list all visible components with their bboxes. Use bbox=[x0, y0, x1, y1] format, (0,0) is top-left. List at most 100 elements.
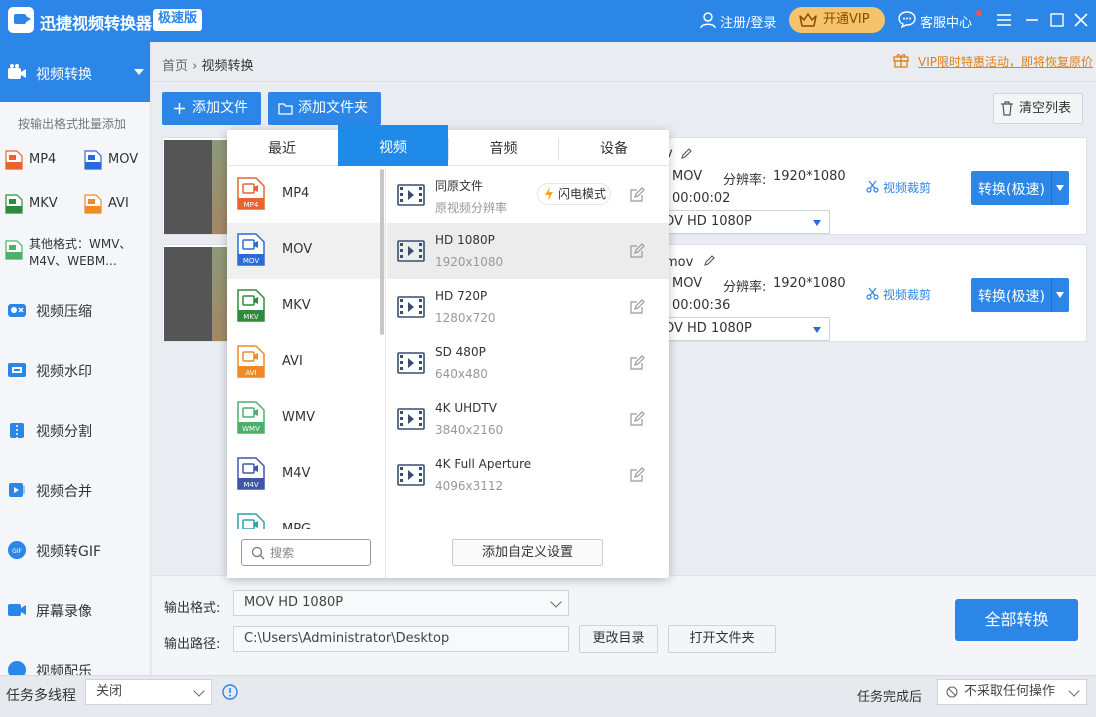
edit-icon[interactable] bbox=[629, 243, 645, 259]
format-item-label: AVI bbox=[282, 354, 303, 369]
add-custom-settings-button[interactable]: 添加自定义设置 bbox=[452, 539, 603, 566]
quick-format-mp4[interactable]: MP4 bbox=[5, 150, 75, 172]
folder-icon bbox=[278, 103, 293, 115]
caret-down-icon[interactable] bbox=[1056, 292, 1064, 298]
tab-device[interactable]: 设备 bbox=[559, 130, 669, 166]
batch-hint: 按输出格式批量添加 bbox=[18, 117, 127, 131]
breadcrumb-home[interactable]: 首页 bbox=[162, 59, 188, 74]
menu-icon[interactable] bbox=[993, 9, 1015, 31]
convert-fast-button[interactable]: 转换(极速) bbox=[971, 171, 1069, 205]
info-icon[interactable] bbox=[222, 684, 238, 700]
edit-icon[interactable] bbox=[629, 299, 645, 315]
open-folder-button[interactable]: 打开文件夹 bbox=[668, 625, 776, 653]
flash-mode-label: 闪电模式 bbox=[558, 187, 607, 201]
resolution-name: SD 480P bbox=[435, 345, 486, 359]
wmv-file-icon: WMV bbox=[237, 401, 265, 434]
after-task-select[interactable]: 不采取任何操作 bbox=[937, 679, 1087, 705]
format-item-mp4[interactable]: MP4 MP4 bbox=[227, 167, 385, 223]
quick-format-mkv[interactable]: MKV bbox=[5, 194, 75, 216]
edit-icon[interactable] bbox=[629, 411, 645, 427]
quick-format-label: AVI bbox=[108, 196, 129, 211]
rename-pencil-icon[interactable] bbox=[703, 255, 715, 267]
service-center-link[interactable]: 客服中心 bbox=[920, 12, 972, 31]
clear-list-button[interactable]: 清空列表 bbox=[993, 93, 1083, 124]
output-format-dropdown[interactable]: MOV HD 1080P bbox=[233, 590, 569, 616]
resolution-item-hd1080p[interactable]: HD 1080P 1920x1080 bbox=[387, 223, 669, 279]
format-list-scrollbar[interactable] bbox=[380, 169, 384, 335]
quick-format-label: MP4 bbox=[29, 152, 57, 167]
output-format-label: 输出格式: bbox=[164, 601, 221, 616]
output-format-select[interactable]: OV HD 1080P bbox=[661, 317, 830, 341]
other-formats-link[interactable]: 其他格式：WMV、M4V、WEBM... bbox=[29, 236, 149, 270]
resolution-item-4k-full-aperture[interactable]: 4K Full Aperture 4096x3112 bbox=[387, 447, 669, 503]
file-resolution: 1920*1080 bbox=[773, 169, 846, 184]
tab-video[interactable]: 视频 bbox=[338, 125, 448, 166]
sidebar-item-compress[interactable]: 视频压缩 bbox=[0, 290, 150, 330]
convert-label: 转换(极速) bbox=[978, 289, 1045, 305]
format-item-label: MOV bbox=[282, 242, 313, 257]
output-path-field[interactable]: C:\Users\Administrator\Desktop bbox=[233, 626, 569, 652]
close-icon[interactable] bbox=[1070, 9, 1092, 31]
rename-pencil-icon[interactable] bbox=[680, 148, 692, 160]
format-item-m4v[interactable]: M4V M4V bbox=[227, 447, 385, 503]
quick-format-avi[interactable]: AVI bbox=[84, 194, 148, 216]
login-link[interactable]: 注册/登录 bbox=[720, 12, 776, 31]
sidebar-item-label: 视频分割 bbox=[36, 424, 92, 440]
resolution-item-original[interactable]: 同原文件 原视频分辨率 闪电模式 bbox=[387, 167, 669, 223]
svg-text:M4V: M4V bbox=[243, 481, 258, 489]
sidebar-item-video-convert[interactable]: 视频转换 bbox=[0, 42, 150, 102]
add-file-label: 添加文件 bbox=[192, 100, 248, 116]
edit-icon[interactable] bbox=[629, 187, 645, 203]
convert-label: 转换(极速) bbox=[978, 182, 1045, 198]
svg-text:WMV: WMV bbox=[242, 425, 260, 433]
prohibit-icon bbox=[946, 686, 958, 698]
flash-mode-badge[interactable]: 闪电模式 bbox=[537, 183, 611, 205]
chat-icon[interactable] bbox=[898, 10, 916, 28]
format-item-mkv[interactable]: MKV MKV bbox=[227, 279, 385, 335]
output-format-select[interactable]: OV HD 1080P bbox=[661, 210, 830, 234]
tab-audio[interactable]: 音频 bbox=[449, 130, 558, 166]
mkv-file-icon bbox=[5, 194, 23, 214]
resolution-size: 1280x720 bbox=[435, 311, 496, 325]
sidebar-item-record[interactable]: 屏幕录像 bbox=[0, 590, 150, 630]
multithread-label: 任务多线程 bbox=[6, 688, 76, 704]
add-folder-button[interactable]: 添加文件夹 bbox=[268, 92, 381, 125]
minimize-icon[interactable] bbox=[1021, 9, 1043, 31]
convert-all-button[interactable]: 全部转换 bbox=[955, 599, 1078, 641]
user-icon[interactable] bbox=[699, 11, 717, 29]
mp4-file-icon: MP4 bbox=[237, 177, 265, 210]
open-vip-button[interactable]: 开通VIP bbox=[789, 7, 885, 33]
format-search[interactable] bbox=[241, 539, 371, 566]
resolution-item-sd480p[interactable]: SD 480P 640x480 bbox=[387, 335, 669, 391]
file-format: MOV bbox=[672, 276, 703, 291]
format-item-avi[interactable]: AVI AVI bbox=[227, 335, 385, 391]
after-task-label: 任务完成后 bbox=[857, 690, 923, 705]
resolution-item-hd720p[interactable]: HD 720P 1280x720 bbox=[387, 279, 669, 335]
format-item-wmv[interactable]: WMV WMV bbox=[227, 391, 385, 447]
multithread-value: 关闭 bbox=[96, 684, 123, 699]
breadcrumb-current: 视频转换 bbox=[201, 59, 254, 74]
change-directory-button[interactable]: 更改目录 bbox=[579, 625, 658, 653]
edit-icon[interactable] bbox=[629, 355, 645, 371]
sidebar-item-music[interactable]: 视频配乐 bbox=[0, 650, 150, 675]
quick-format-label: MOV bbox=[108, 152, 139, 167]
sidebar-item-gif[interactable]: GIF 视频转GIF bbox=[0, 530, 150, 570]
add-file-button[interactable]: 添加文件 bbox=[162, 92, 261, 125]
sidebar-active-label: 视频转换 bbox=[36, 67, 92, 83]
scissors-icon bbox=[866, 180, 879, 193]
multithread-select[interactable]: 关闭 bbox=[85, 679, 212, 705]
tab-recent[interactable]: 最近 bbox=[227, 130, 337, 166]
resolution-item-4k-uhdtv[interactable]: 4K UHDTV 3840x2160 bbox=[387, 391, 669, 447]
caret-down-icon[interactable] bbox=[1056, 185, 1064, 191]
sidebar-item-label: 视频水印 bbox=[36, 364, 92, 380]
trim-label: 视频裁剪 bbox=[883, 181, 932, 195]
sidebar-item-merge[interactable]: 视频合并 bbox=[0, 470, 150, 510]
quick-format-mov[interactable]: MOV bbox=[84, 150, 148, 172]
convert-fast-button[interactable]: 转换(极速) bbox=[971, 278, 1069, 312]
maximize-icon[interactable] bbox=[1046, 9, 1068, 31]
sidebar-item-split[interactable]: 视频分割 bbox=[0, 410, 150, 450]
sidebar-item-watermark[interactable]: 视频水印 bbox=[0, 350, 150, 390]
edit-icon[interactable] bbox=[629, 467, 645, 483]
format-search-input[interactable] bbox=[270, 543, 365, 562]
format-item-mov[interactable]: MOV MOV bbox=[227, 223, 385, 279]
